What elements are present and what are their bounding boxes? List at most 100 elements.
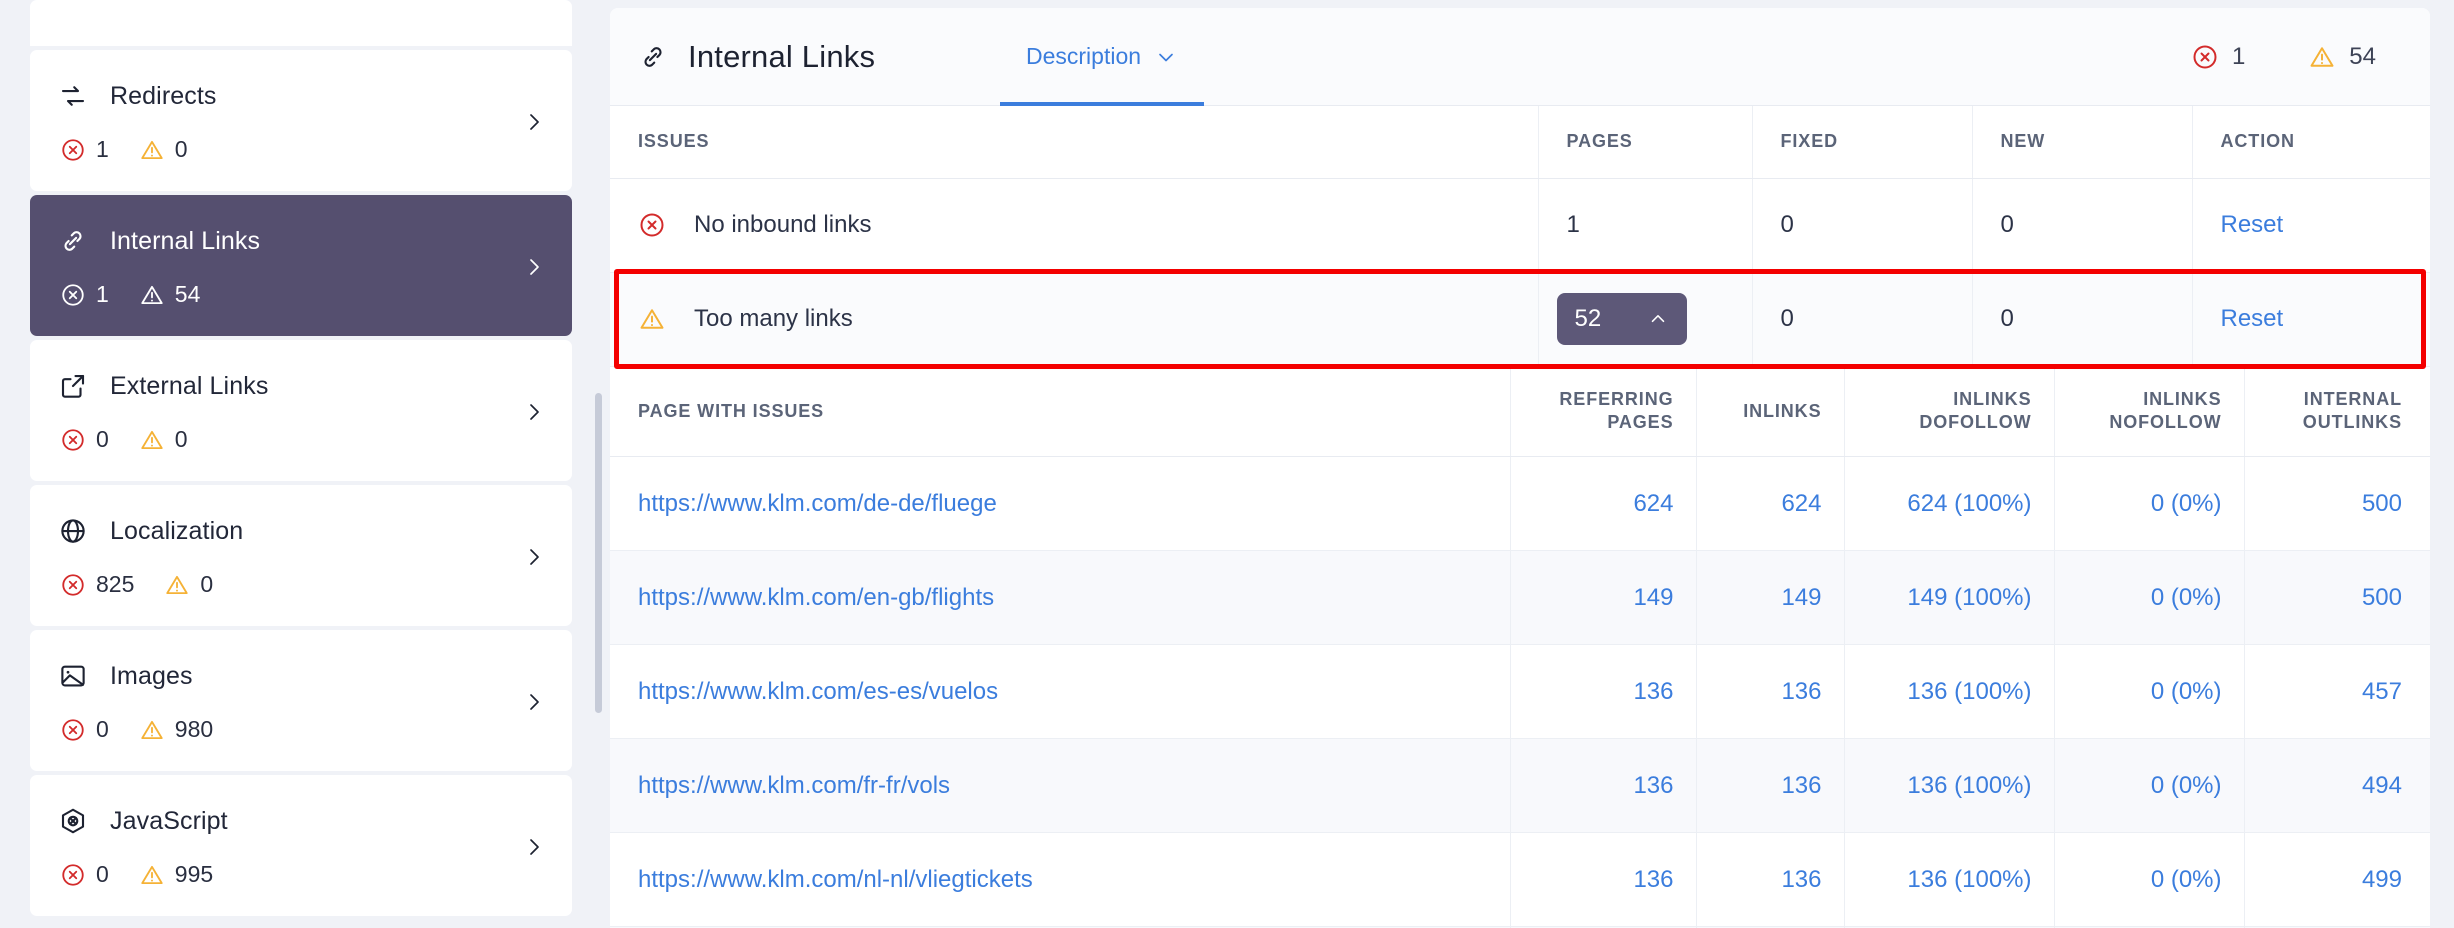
sidebar-warning-stat: 0 <box>139 136 188 163</box>
warning-icon <box>139 427 165 453</box>
inlinks-cell[interactable]: 136 <box>1696 738 1845 833</box>
sidebar-item-localization[interactable]: Localization 825 0 <box>30 485 572 626</box>
sidebar-item-images[interactable]: Images 0 980 <box>30 630 572 771</box>
internal-outlinks-cell[interactable]: 494 <box>2244 738 2430 833</box>
sidebar-warning-count: 995 <box>174 861 214 887</box>
referring-pages-cell[interactable]: 136 <box>1510 832 1697 927</box>
error-icon <box>60 862 86 888</box>
inlinks-nofollow-cell[interactable]: 0 (0%) <box>2054 738 2245 833</box>
table-row: https://www.klm.com/fr-fr/vols 136 136 136 … <box>610 738 2430 833</box>
chevron-right-icon[interactable] <box>522 835 544 857</box>
sidebar-list: Redirects 1 0 Internal Links 1 54 External Lin… <box>30 0 572 916</box>
table-row: https://www.klm.com/en-gb/flights 149 149 1… <box>610 550 2430 645</box>
sidebar-item-label: Internal Links <box>110 226 261 255</box>
chevron-right-icon[interactable] <box>522 110 544 132</box>
inlinks-dofollow-cell[interactable]: 136 (100%) <box>1844 644 2055 739</box>
inlinks-nofollow-cell[interactable]: 0 (0%) <box>2054 832 2245 927</box>
sidebar-item-javascript[interactable]: JavaScript 0 995 <box>30 775 572 916</box>
inlinks-cell[interactable]: 136 <box>1696 644 1845 739</box>
inlinks-dofollow-cell[interactable]: 149 (100%) <box>1844 550 2055 645</box>
issues-col-issues: ISSUES <box>610 106 1539 179</box>
issue-cell: No inbound links <box>610 178 1539 273</box>
table-row: https://www.klm.com/de-de/fluege 624 624 62… <box>610 456 2430 551</box>
warning-icon <box>638 305 666 333</box>
inlinks-cell[interactable]: 149 <box>1696 550 1845 645</box>
detail-body: https://www.klm.com/de-de/fluege 624 624 62… <box>610 456 2430 928</box>
sidebar-item-label: Images <box>110 661 193 690</box>
sidebar-error-count: 0 <box>96 426 109 452</box>
inlinks-dofollow-cell[interactable]: 136 (100%) <box>1844 832 2055 927</box>
tab-description[interactable]: Description <box>1000 8 1205 106</box>
page-url-link[interactable]: https://www.klm.com/en-gb/flights <box>638 584 994 611</box>
sidebar-error-count: 1 <box>96 136 109 162</box>
chevron-right-icon[interactable] <box>522 690 544 712</box>
fixed-cell: 0 <box>1752 272 1973 367</box>
pages-badge-value: 52 <box>1574 305 1602 332</box>
inlinks-dofollow-cell[interactable]: 624 (100%) <box>1844 456 2055 551</box>
page-url-link[interactable]: https://www.klm.com/nl-nl/vliegtickets <box>638 866 1033 893</box>
sidebar-item-internal-links[interactable]: Internal Links 1 54 <box>30 195 572 336</box>
issue-row[interactable]: No inbound links 1 0 0 Reset <box>610 178 2430 273</box>
image-icon <box>58 661 88 691</box>
reset-link[interactable]: Reset <box>2221 211 2284 238</box>
sidebar-warning-count: 980 <box>174 716 214 742</box>
sidebar-error-count: 0 <box>96 861 109 887</box>
internal-outlinks-cell[interactable]: 457 <box>2244 644 2430 739</box>
sidebar-error-stat: 0 <box>60 861 109 888</box>
page-url-link[interactable]: https://www.klm.com/es-es/vuelos <box>638 678 998 705</box>
internal-outlinks-cell[interactable]: 500 <box>2244 550 2430 645</box>
sidebar-item-stats: 1 54 <box>58 281 546 308</box>
sidebar-partial-card-top <box>30 0 572 46</box>
sidebar-item-external-links[interactable]: External Links 0 0 <box>30 340 572 481</box>
sidebar-warning-stat: 995 <box>139 861 213 888</box>
page-url-link[interactable]: https://www.klm.com/de-de/fluege <box>638 490 997 517</box>
sidebar-item-stats: 10 <box>58 136 546 163</box>
warning-icon <box>139 282 165 308</box>
chevron-right-icon[interactable] <box>522 255 544 277</box>
sidebar-item-redirects[interactable]: Redirects 1 0 <box>30 50 572 191</box>
issue-row[interactable]: Too many links 52 0 0 Reset <box>610 272 2430 367</box>
page-title: Internal Links <box>688 38 876 74</box>
detail-col-internal-outlinks: INTERNAL OUTLINKS <box>2244 366 2430 457</box>
inlinks-nofollow-cell[interactable]: 0 (0%) <box>2054 550 2245 645</box>
chevron-right-icon[interactable] <box>522 545 544 567</box>
referring-pages-cell[interactable]: 149 <box>1510 550 1697 645</box>
page-url-link[interactable]: https://www.klm.com/fr-fr/vols <box>638 772 950 799</box>
error-icon <box>2190 42 2220 72</box>
error-icon <box>60 282 86 308</box>
inlinks-nofollow-cell[interactable]: 0 (0%) <box>2054 456 2245 551</box>
redirect-icon <box>58 81 88 111</box>
panel-title-group: Internal Links <box>638 39 1000 75</box>
reset-link[interactable]: Reset <box>2221 305 2284 332</box>
pages-badge[interactable]: 52 <box>1556 293 1687 345</box>
new-cell: 0 <box>1972 272 2193 367</box>
sidebar-scrollbar[interactable] <box>595 393 602 713</box>
issues-col-fixed: FIXED <box>1752 106 1973 179</box>
sidebar-item-stats: 825 0 <box>58 571 546 598</box>
app-root: Redirects 1 0 Internal Links 1 54 External Lin… <box>0 0 2454 928</box>
sidebar-error-count: 0 <box>96 716 109 742</box>
referring-pages-cell[interactable]: 136 <box>1510 644 1697 739</box>
table-row: https://www.klm.com/nl-nl/vliegtickets 13… <box>610 832 2430 927</box>
referring-pages-cell[interactable]: 624 <box>1510 456 1697 551</box>
inlinks-dofollow-cell[interactable]: 136 (100%) <box>1844 738 2055 833</box>
panel-stats: 1 54 <box>2190 42 2400 72</box>
inlinks-cell[interactable]: 624 <box>1696 456 1845 551</box>
inlinks-nofollow-cell[interactable]: 0 (0%) <box>2054 644 2245 739</box>
page-url-cell: https://www.klm.com/en-gb/flights <box>610 550 1511 645</box>
internal-outlinks-cell[interactable]: 500 <box>2244 456 2430 551</box>
sidebar-item-header: Redirects <box>58 78 546 114</box>
panel-error-count: 1 <box>2231 42 2246 70</box>
referring-pages-cell[interactable]: 136 <box>1510 738 1697 833</box>
pages-value: 1 <box>1566 211 1580 238</box>
internal-outlinks-cell[interactable]: 499 <box>2244 832 2430 927</box>
sidebar-item-label: External Links <box>110 371 269 400</box>
issues-col-pages: PAGES <box>1538 106 1753 179</box>
pages-cell: 1 <box>1538 178 1753 273</box>
inlinks-cell[interactable]: 136 <box>1696 832 1845 927</box>
chevron-right-icon[interactable] <box>522 400 544 422</box>
action-cell: Reset <box>2192 272 2430 367</box>
panel-tabs: Description <box>1000 8 1205 106</box>
tab-label: Description <box>1026 43 1142 69</box>
detail-col-inlinks-nofollow: INLINKS NOFOLLOW <box>2054 366 2245 457</box>
